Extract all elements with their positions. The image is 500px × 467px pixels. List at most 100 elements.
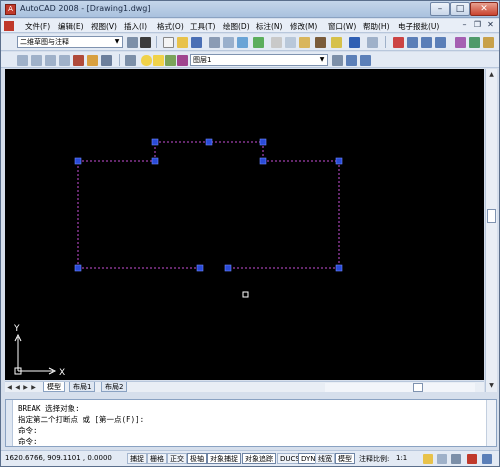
annotation-visibility-icon[interactable] [423,454,433,464]
osnap-toggle[interactable]: 对象捕捉 [207,453,241,464]
zoom-previous-icon[interactable] [435,37,446,48]
grip-point[interactable] [259,138,267,146]
layer-previous-icon[interactable] [346,55,357,66]
workspace-dropdown[interactable]: 二维草图与注释 ▼ [17,36,123,48]
layer-manager-icon[interactable] [125,55,136,66]
model-toggle[interactable]: 模型 [335,453,355,464]
menu-edit[interactable]: 编辑(E) [58,21,84,32]
menu-draw[interactable]: 绘图(D) [223,21,250,32]
otrack-toggle[interactable]: 对象追踪 [242,453,276,464]
grip-point[interactable] [335,157,343,165]
menu-e-approval[interactable]: 电子报批(U) [398,21,439,32]
prev-tab-icon[interactable]: ◀ [14,383,21,392]
command-input[interactable]: 命令: [18,436,38,447]
layer-states-icon[interactable] [360,55,371,66]
undo-icon[interactable] [349,37,360,48]
clean-screen-icon[interactable] [482,454,492,464]
menu-view[interactable]: 视图(V) [91,21,117,32]
paste-icon[interactable] [299,37,310,48]
scroll-thumb[interactable] [487,209,496,223]
save-icon[interactable] [191,37,202,48]
pan-icon[interactable] [393,37,404,48]
layer-on-bulb-icon[interactable] [141,55,152,66]
close-button[interactable]: ✕ [470,2,498,16]
grip-point[interactable] [335,264,343,272]
doc-close-button[interactable]: ✕ [485,20,496,31]
command-window-grip[interactable] [6,400,13,446]
grip-point[interactable] [224,264,232,272]
dim-style-icon[interactable] [73,55,84,66]
lineweight-toggle[interactable]: 线宽 [315,453,335,464]
dim-aligned-icon[interactable] [31,55,42,66]
grip-point[interactable] [151,138,159,146]
dim-continue-icon[interactable] [59,55,70,66]
dim-edit-icon[interactable] [101,55,112,66]
layer-freeze-sun-icon[interactable] [153,55,164,66]
tab-layout1[interactable]: 布局1 [69,382,96,392]
design-center-icon[interactable] [469,37,480,48]
plot-preview-icon[interactable] [223,37,234,48]
menu-insert[interactable]: 插入(I) [124,21,147,32]
grip-point[interactable] [205,138,213,146]
doc-restore-button[interactable]: ❐ [472,20,483,31]
dim-update-icon[interactable] [87,55,98,66]
tab-model[interactable]: 模型 [43,382,65,392]
grip-point[interactable] [259,157,267,165]
annotation-scale-value[interactable]: 1:1 [396,454,407,462]
polar-toggle[interactable]: 极轴 [187,453,207,464]
grip-point[interactable] [151,157,159,165]
grip-point[interactable] [74,264,82,272]
menu-format[interactable]: 格式(O) [157,21,184,32]
new-file-icon[interactable] [163,37,174,48]
document-icon[interactable] [4,21,14,31]
menu-tools[interactable]: 工具(T) [190,21,215,32]
layer-lock-icon[interactable] [165,55,176,66]
autocad-app-icon[interactable]: A [5,4,16,15]
redo-icon[interactable] [367,37,378,48]
doc-minimize-button[interactable]: – [459,20,470,31]
zoom-realtime-icon[interactable] [407,37,418,48]
grip-point[interactable] [196,264,204,272]
clean-screen-icon[interactable] [140,37,151,48]
tool-palettes-icon[interactable] [483,37,494,48]
minimize-button[interactable]: – [430,2,450,16]
menu-file[interactable]: 文件(F) [25,21,50,32]
command-scrollbar[interactable] [486,400,496,446]
last-tab-icon[interactable]: ▶ [30,383,37,392]
3d-dwf-icon[interactable] [253,37,264,48]
coordinate-readout[interactable]: 1620.6766, 909.1101 , 0.0000 [5,454,112,462]
dim-linear-icon[interactable] [17,55,28,66]
first-tab-icon[interactable]: ◀ [6,383,13,392]
layer-color-swatch-icon[interactable] [177,55,188,66]
grip-point[interactable] [74,157,82,165]
block-editor-icon[interactable] [331,37,342,48]
workspace-settings-icon[interactable] [127,37,138,48]
next-tab-icon[interactable]: ▶ [22,383,29,392]
copy-icon[interactable] [285,37,296,48]
lock-icon[interactable] [451,454,461,464]
print-icon[interactable] [209,37,220,48]
cut-icon[interactable] [271,37,282,48]
make-current-layer-icon[interactable] [332,55,343,66]
title-bar[interactable]: A AutoCAD 2008 - [Drawing1.dwg] – □ ✕ [1,1,499,18]
menu-dimension[interactable]: 标注(N) [256,21,282,32]
properties-icon[interactable] [455,37,466,48]
open-folder-icon[interactable] [177,37,188,48]
dim-baseline-icon[interactable] [45,55,56,66]
menu-help[interactable]: 帮助(H) [363,21,390,32]
match-properties-icon[interactable] [315,37,326,48]
scroll-up-icon[interactable]: ▲ [487,70,496,79]
tab-layout2[interactable]: 布局2 [101,382,128,392]
maximize-button[interactable]: □ [450,2,470,16]
command-window[interactable]: BREAK 选择对象: 指定第二个打断点 或 [第一点(F)]: 命令: 命令: [5,399,497,447]
scroll-thumb[interactable] [413,383,423,392]
ortho-toggle[interactable]: 正交 [167,453,187,464]
publish-icon[interactable] [237,37,248,48]
scroll-down-icon[interactable]: ▼ [487,381,496,390]
zoom-window-icon[interactable] [421,37,432,48]
horizontal-scrollbar[interactable] [325,383,475,392]
snap-toggle[interactable]: 捕捉 [127,453,147,464]
drawing-canvas[interactable]: Y X [5,69,484,380]
grid-toggle[interactable]: 栅格 [147,453,167,464]
menu-modify[interactable]: 修改(M) [290,21,317,32]
